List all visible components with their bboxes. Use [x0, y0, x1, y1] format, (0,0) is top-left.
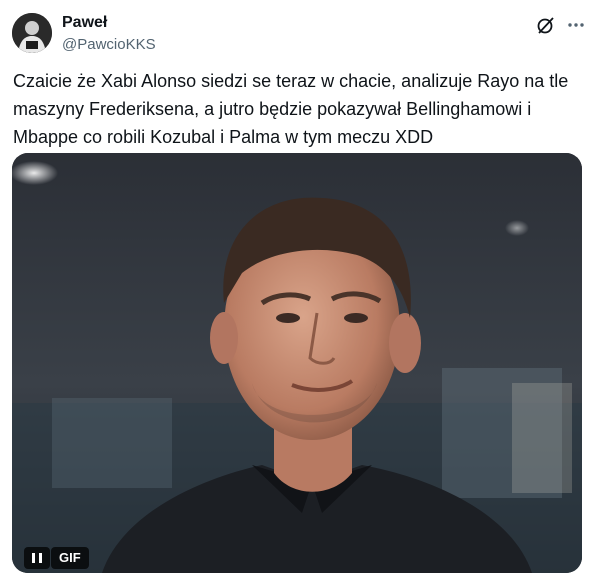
author-display-name[interactable]: Paweł [62, 14, 107, 32]
tweet-text: Czaicie że Xabi Alonso siedzi se teraz w… [13, 71, 569, 147]
more-icon[interactable] [565, 16, 587, 34]
gif-media[interactable]: GIF [12, 153, 582, 573]
grok-icon[interactable] [536, 15, 556, 35]
avatar-photo-icon [12, 13, 52, 53]
pause-icon[interactable] [24, 547, 50, 569]
author-handle[interactable]: @PawcioKKS [62, 36, 156, 53]
gif-frame-image [12, 153, 582, 573]
avatar[interactable] [12, 13, 52, 53]
gif-badge: GIF [51, 547, 89, 569]
